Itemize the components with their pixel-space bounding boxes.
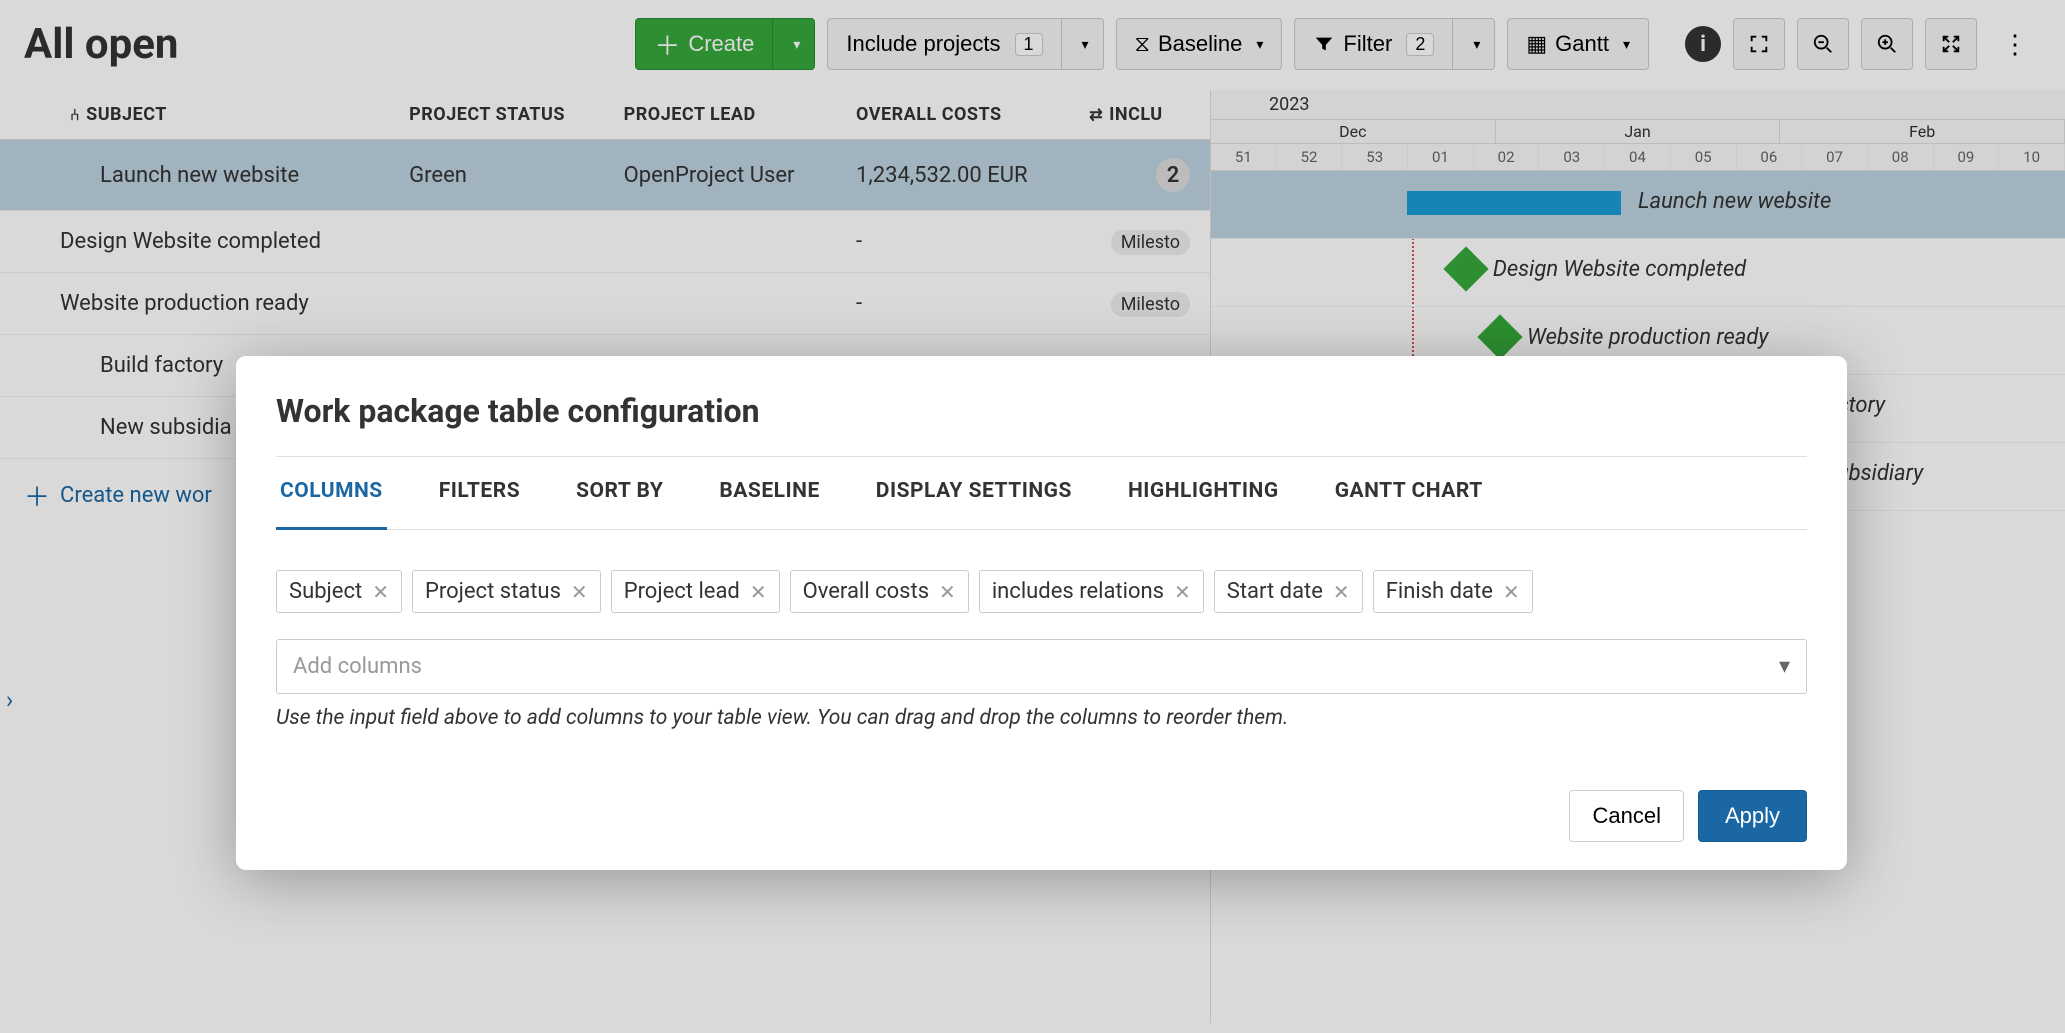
apply-button[interactable]: Apply [1698, 790, 1807, 842]
modal-tab-sort-by[interactable]: SORT BY [572, 457, 667, 529]
column-chip[interactable]: Start date ✕ [1214, 570, 1363, 613]
chip-label: Project lead [624, 579, 740, 604]
chip-remove-icon[interactable]: ✕ [750, 580, 767, 604]
modal-tab-gantt-chart[interactable]: GANTT CHART [1331, 457, 1487, 529]
chip-remove-icon[interactable]: ✕ [1333, 580, 1350, 604]
chip-label: Subject [289, 579, 362, 604]
caret-down-icon: ▾ [1779, 654, 1790, 679]
add-columns-combobox[interactable]: Add columns ▾ [276, 639, 1807, 694]
chip-label: Finish date [1386, 579, 1493, 604]
modal-tab-columns[interactable]: COLUMNS [276, 457, 387, 530]
column-chip[interactable]: Project status ✕ [412, 570, 601, 613]
chip-remove-icon[interactable]: ✕ [571, 580, 588, 604]
modal-tabs: COLUMNS FILTERS SORT BY BASELINE DISPLAY SET… [276, 457, 1807, 530]
chip-label: Start date [1227, 579, 1323, 604]
chip-remove-icon[interactable]: ✕ [1503, 580, 1520, 604]
modal-tab-display-settings[interactable]: DISPLAY SETTINGS [872, 457, 1076, 529]
column-chip[interactable]: Subject ✕ [276, 570, 402, 613]
modal-title: Work package table configuration [276, 392, 1807, 430]
chip-remove-icon[interactable]: ✕ [1174, 580, 1191, 604]
column-chips: Subject✕Project status✕Project lead✕Over… [276, 570, 1807, 613]
chip-label: Overall costs [803, 579, 929, 604]
modal-tab-highlighting[interactable]: HIGHLIGHTING [1124, 457, 1283, 529]
cancel-button[interactable]: Cancel [1569, 790, 1683, 842]
modal-tab-baseline[interactable]: BASELINE [715, 457, 823, 529]
table-config-modal: Work package table configuration COLUMNS… [236, 356, 1847, 870]
chip-remove-icon[interactable]: ✕ [372, 580, 389, 604]
modal-tab-filters[interactable]: FILTERS [435, 457, 524, 529]
chip-label: includes relations [992, 579, 1164, 604]
column-chip[interactable]: Overall costs ✕ [790, 570, 969, 613]
column-chip[interactable]: Finish date ✕ [1373, 570, 1533, 613]
chip-label: Project status [425, 579, 561, 604]
column-chip[interactable]: includes relations ✕ [979, 570, 1204, 613]
add-columns-placeholder: Add columns [293, 654, 422, 679]
columns-hint: Use the input field above to add columns… [276, 706, 1807, 730]
chip-remove-icon[interactable]: ✕ [939, 580, 956, 604]
column-chip[interactable]: Project lead ✕ [611, 570, 780, 613]
